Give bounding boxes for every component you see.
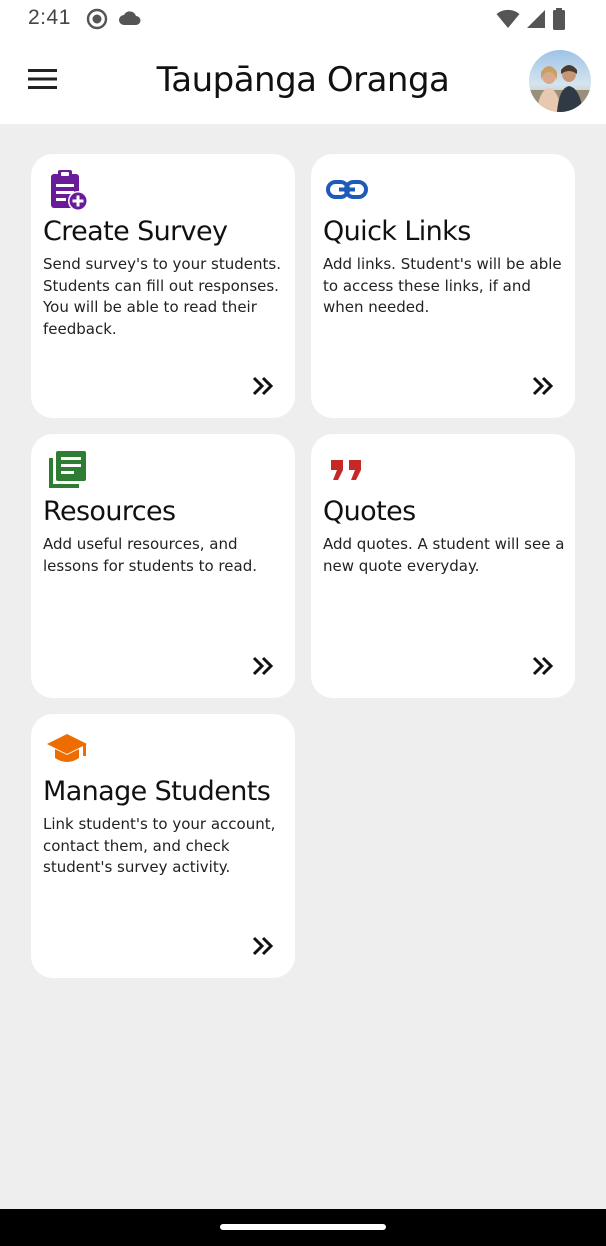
status-left-icons	[86, 8, 142, 34]
card-quotes[interactable]: Quotes Add quotes. A student will see a …	[311, 434, 575, 698]
quote-icon	[325, 448, 369, 492]
system-nav-bar	[0, 1209, 606, 1246]
signal-icon	[526, 9, 546, 33]
card-title: Manage Students	[43, 776, 271, 807]
app-title: Taupānga Oranga	[156, 60, 450, 100]
cloud-icon	[118, 10, 142, 32]
graduation-cap-icon	[45, 728, 89, 772]
card-description: Add useful resources, and lessons for st…	[43, 535, 257, 575]
status-bar: 2:41	[0, 0, 606, 40]
app-bar: Taupānga Oranga	[0, 40, 606, 124]
card-manage-students[interactable]: Manage Students Link student's to your a…	[31, 714, 295, 978]
status-right-icons	[496, 8, 566, 34]
card-description: Add links. Student's will be able to acc…	[323, 255, 562, 316]
home-gesture-handle[interactable]	[220, 1224, 386, 1230]
double-chevron-right-icon[interactable]	[531, 374, 555, 398]
status-time: 2:41	[28, 6, 71, 29]
card-title: Quick Links	[323, 216, 471, 247]
double-chevron-right-icon[interactable]	[251, 934, 275, 958]
battery-icon	[552, 8, 566, 34]
card-title: Create Survey	[43, 216, 228, 247]
clipboard-add-icon	[45, 168, 89, 212]
double-chevron-right-icon[interactable]	[531, 654, 555, 678]
card-description: Add quotes. A student will see a new quo…	[323, 535, 565, 575]
card-description: Link student's to your account, contact …	[43, 815, 276, 876]
library-books-icon	[45, 448, 89, 492]
card-title: Quotes	[323, 496, 416, 527]
card-quick-links[interactable]: Quick Links Add links. Student's will be…	[311, 154, 575, 418]
link-icon	[325, 168, 369, 212]
double-chevron-right-icon[interactable]	[251, 654, 275, 678]
wifi-icon	[496, 9, 520, 33]
github-icon	[86, 8, 108, 34]
user-avatar[interactable]	[529, 50, 591, 112]
card-resources[interactable]: Resources Add useful resources, and less…	[31, 434, 295, 698]
card-create-survey[interactable]: Create Survey Send survey's to your stud…	[31, 154, 295, 418]
card-title: Resources	[43, 496, 176, 527]
card-description: Send survey's to your students. Students…	[43, 255, 281, 338]
double-chevron-right-icon[interactable]	[251, 374, 275, 398]
